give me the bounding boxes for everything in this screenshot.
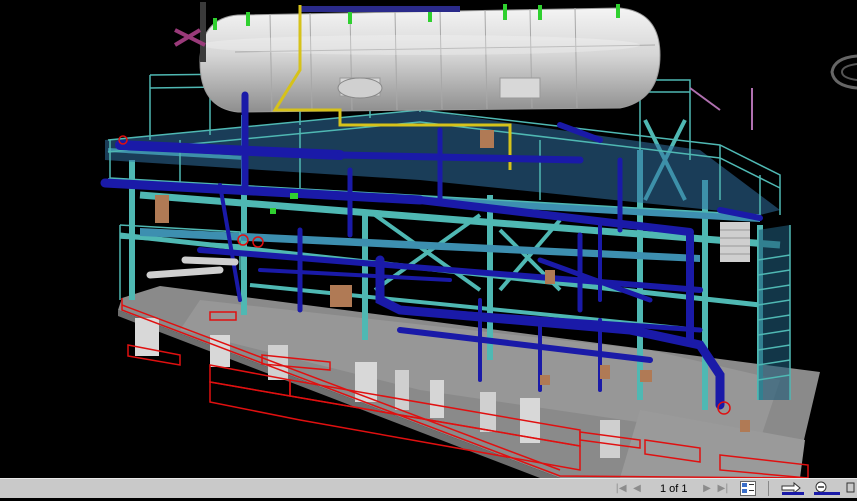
insulated-lines xyxy=(146,256,239,279)
fit-window-icon[interactable] xyxy=(846,481,856,496)
first-page-icon[interactable]: |◀ xyxy=(614,482,628,495)
status-bar: |◀ ◀ 1 of 1 ▶ ▶| xyxy=(0,478,857,498)
toolbar-separator xyxy=(768,481,769,496)
next-page-icon[interactable]: ▶ xyxy=(700,482,714,495)
last-page-icon[interactable]: ▶| xyxy=(716,482,730,495)
page-thumbnails-icon[interactable] xyxy=(740,481,756,496)
forward-arrow-icon[interactable] xyxy=(780,481,808,496)
navigation-cube-icon[interactable] xyxy=(826,52,857,92)
zoom-out-icon[interactable] xyxy=(812,481,842,496)
previous-page-icon[interactable]: ◀ xyxy=(630,482,644,495)
page-indicator: 1 of 1 xyxy=(660,483,688,495)
process-module-3d-model xyxy=(100,2,820,478)
pink-lines xyxy=(689,87,753,130)
3d-model-viewport[interactable] xyxy=(0,0,857,478)
